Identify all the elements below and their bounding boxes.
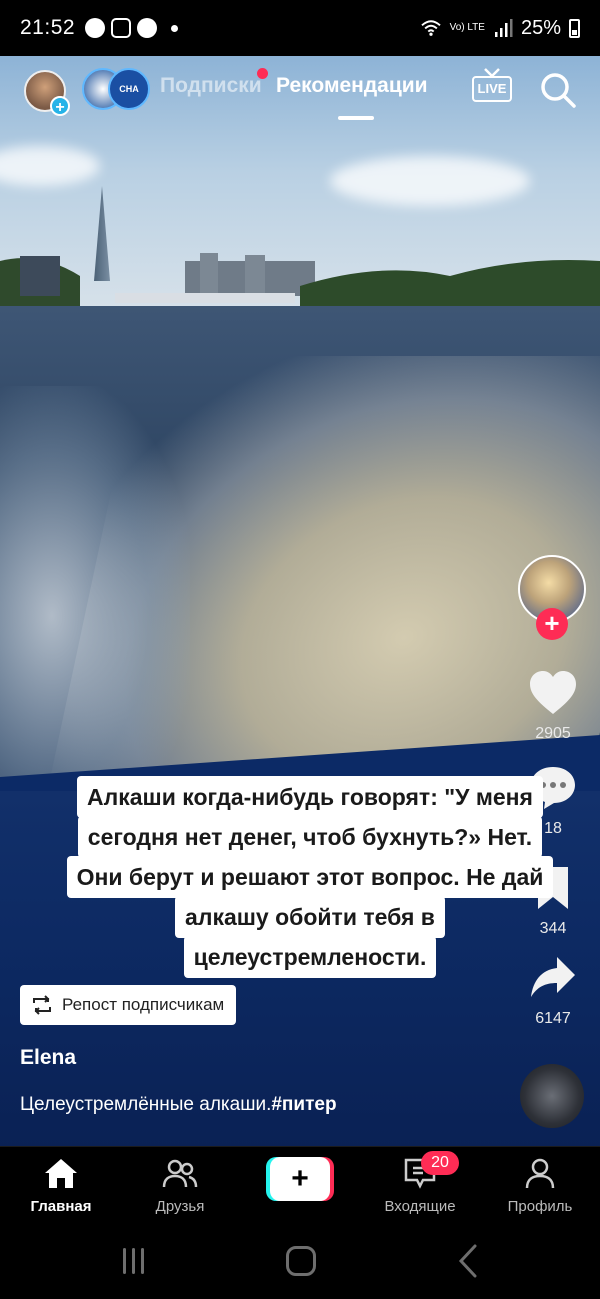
caption-line: Они берут и решают этот вопрос. Не дай	[66, 856, 554, 898]
live-antenna-icon	[484, 68, 500, 78]
live-button[interactable]: LIVE	[472, 68, 512, 104]
share-count: 6147	[535, 1010, 571, 1027]
nav-profile[interactable]: Профиль	[485, 1157, 595, 1215]
wifi-icon	[420, 20, 441, 36]
create-button[interactable]: +	[266, 1157, 334, 1201]
description-text: Целеустремлённые алкаши.	[20, 1094, 272, 1115]
music-disc-icon[interactable]	[520, 1064, 584, 1128]
signal-icon	[494, 19, 513, 37]
caption-line: алкашу обойти тебя в	[175, 896, 445, 938]
caption-line: целеустремлености.	[183, 936, 437, 978]
follow-plus-icon[interactable]: +	[536, 608, 568, 640]
nav-friends[interactable]: Друзья	[125, 1157, 235, 1215]
back-chevron-icon[interactable]	[458, 1244, 478, 1278]
hashtag-link[interactable]: #питер	[271, 1094, 336, 1115]
battery-percent: 25%	[520, 16, 561, 39]
like-count: 2905	[535, 725, 571, 742]
new-content-dot-icon	[256, 68, 268, 79]
plus-icon: +	[270, 1157, 330, 1201]
nav-friends-label: Друзья	[155, 1198, 205, 1215]
search-icon[interactable]	[538, 70, 578, 110]
battery-icon	[569, 18, 580, 38]
profile-icon	[525, 1158, 555, 1189]
recent-apps-icon[interactable]	[120, 1248, 146, 1274]
notification-icons	[85, 18, 179, 38]
video-player[interactable]	[0, 56, 600, 1146]
top-tabs: + CHA Подписки Рекомендации LIVE	[0, 58, 600, 128]
app-notification-icon	[85, 18, 106, 38]
my-avatar-add-story[interactable]: +	[24, 70, 70, 116]
nav-home-label: Главная	[30, 1198, 92, 1215]
status-bar: 21:52 Vo) LTE 25%	[0, 0, 600, 56]
instagram-icon	[111, 18, 132, 38]
repost-to-followers-button[interactable]: Репост подписчикам	[20, 985, 237, 1025]
tab-following[interactable]: Подписки	[160, 68, 268, 98]
inbox-badge: 20	[421, 1151, 459, 1175]
home-icon	[45, 1159, 77, 1188]
video-shoreline	[0, 253, 600, 311]
video-text-overlay: Алкаши когда-нибудь говорят: "У меня сег…	[30, 776, 590, 978]
home-button-icon[interactable]	[286, 1246, 316, 1276]
tab-following-label: Подписки	[160, 74, 262, 97]
nav-inbox[interactable]: 20 Входящие	[365, 1151, 475, 1215]
heart-icon	[530, 671, 576, 714]
friends-icon	[162, 1159, 198, 1188]
facebook-icon	[137, 18, 158, 38]
like-button[interactable]: 2905	[513, 670, 593, 743]
caption-line: Алкаши когда-нибудь говорят: "У меня	[77, 776, 543, 818]
repost-icon	[33, 995, 51, 1015]
more-notifications-dot-icon	[171, 24, 179, 32]
system-nav-bar	[0, 1226, 600, 1299]
status-time: 21:52	[20, 16, 76, 39]
live-icon: LIVE	[472, 76, 512, 102]
live-avatar: CHA	[108, 68, 150, 110]
repost-label: Репост подписчикам	[62, 995, 225, 1014]
live-avatars[interactable]: CHA	[82, 68, 152, 112]
tab-for-you[interactable]: Рекомендации	[276, 74, 428, 98]
nav-profile-label: Профиль	[507, 1198, 573, 1215]
tab-for-you-label: Рекомендации	[276, 74, 428, 97]
author-name[interactable]: Elena	[20, 1046, 76, 1070]
network-label: Vo) LTE	[449, 22, 485, 33]
video-description: Целеустремлённые алкаши.#питер	[20, 1094, 337, 1116]
active-tab-indicator	[338, 116, 374, 120]
nav-inbox-label: Входящие	[384, 1198, 456, 1215]
status-right: Vo) LTE 25%	[420, 17, 580, 40]
caption-line: сегодня нет денег, чтоб бухнуть?» Нет.	[77, 816, 543, 858]
bottom-nav: Главная Друзья + 20 Входящие Профиль	[0, 1146, 600, 1226]
nav-home[interactable]: Главная	[6, 1157, 116, 1215]
add-plus-icon: +	[50, 96, 70, 116]
video-cloud	[330, 156, 530, 206]
